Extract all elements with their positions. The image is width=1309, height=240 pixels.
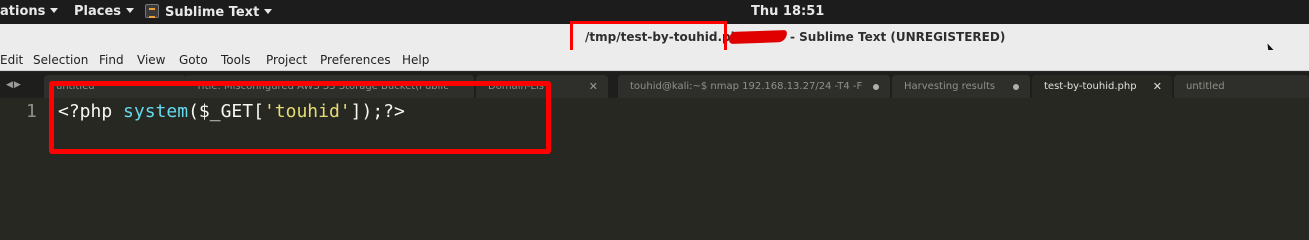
tab-label: test-by-touhid.php: [1044, 81, 1137, 92]
line-number: 1: [26, 101, 37, 122]
places-label: Places: [74, 4, 122, 19]
tab-label: Harvesting results: [904, 81, 996, 92]
app-menu-button[interactable]: Sublime Text: [145, 4, 273, 20]
tab-harvesting-results[interactable]: Harvesting results: [892, 75, 1030, 98]
app-menu-label: Sublime Text: [165, 5, 260, 20]
chevron-down-icon: [264, 9, 273, 14]
tab-untitled-2[interactable]: untitled: [1174, 75, 1309, 98]
tab-nmap-output[interactable]: touhid@kali:~$ nmap 192.168.13.27/24 -T4…: [618, 75, 890, 98]
menu-edit[interactable]: Edit: [0, 53, 23, 67]
menu-selection[interactable]: Selection: [33, 53, 88, 67]
window-title-suffix: - Sublime Text (UNREGISTERED): [790, 30, 1006, 44]
code-highlight-box: [49, 81, 551, 154]
chevron-down-icon: [126, 8, 135, 13]
places-menu-button[interactable]: Places: [74, 4, 135, 19]
activities-button[interactable]: ations: [0, 4, 59, 19]
tab-scroll-arrows-icon[interactable]: ◀▶: [6, 80, 22, 90]
chevron-down-icon: [50, 8, 59, 13]
menu-project[interactable]: Project: [266, 53, 307, 67]
tab-test-by-touhid-php[interactable]: test-by-touhid.php ✕: [1032, 75, 1172, 98]
activities-label: ations: [0, 4, 46, 19]
redaction-scribble: [728, 29, 788, 45]
tab-label: untitled: [1186, 81, 1225, 92]
close-tab-icon[interactable]: ✕: [589, 80, 598, 93]
clock[interactable]: Thu 18:51: [751, 4, 824, 19]
unsaved-dot-icon[interactable]: [1013, 84, 1019, 90]
tab-label: touhid@kali:~$ nmap 192.168.13.27/24 -T4…: [630, 81, 863, 92]
menu-bar: Edit Selection Find View Goto Tools Proj…: [0, 50, 1309, 71]
menu-tools[interactable]: Tools: [221, 53, 251, 67]
close-tab-icon[interactable]: ✕: [1153, 80, 1162, 93]
menu-help[interactable]: Help: [402, 53, 429, 67]
menu-goto[interactable]: Goto: [179, 53, 208, 67]
sublime-text-icon: [145, 4, 159, 18]
unsaved-dot-icon[interactable]: [873, 84, 879, 90]
menu-find[interactable]: Find: [99, 53, 124, 67]
menu-preferences[interactable]: Preferences: [320, 53, 391, 67]
menu-view[interactable]: View: [137, 53, 165, 67]
